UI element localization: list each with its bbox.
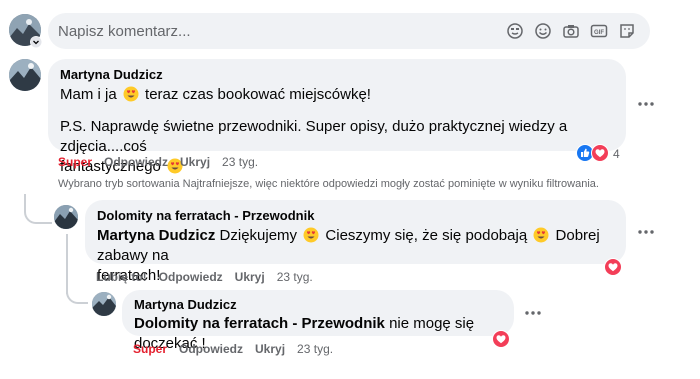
reply-actions: Super Odpowiedz Ukryj 23 tyg. [133, 342, 333, 356]
page-avatar[interactable] [54, 205, 78, 229]
reply-text: Dziękujemy [219, 227, 298, 244]
love-reaction-icon[interactable] [492, 330, 510, 348]
love-reaction-icon[interactable] [591, 144, 609, 162]
hide-button[interactable]: Ukryj [180, 155, 210, 169]
hide-button[interactable]: Ukryj [255, 342, 285, 356]
reply-text: Cieszymy się, że się podobają [325, 227, 528, 244]
timestamp[interactable]: 23 tyg. [297, 342, 333, 356]
emoji-icon[interactable] [534, 22, 552, 40]
sticker-icon[interactable] [618, 22, 636, 40]
react-button[interactable]: Super [58, 155, 92, 169]
comment-text: Mam i ja [60, 86, 117, 103]
sort-notice: Wybrano tryb sortowania Najtrafniejsze, … [58, 178, 599, 190]
comment-text: teraz czas bookować miejscówkę! [145, 86, 371, 103]
commenter-avatar[interactable] [9, 59, 41, 91]
timestamp[interactable]: 23 tyg. [277, 270, 313, 284]
more-options-icon[interactable] [636, 228, 656, 236]
reply-actions: Lubię to! Odpowiedz Ukryj 23 tyg. [96, 270, 313, 284]
comment-composer[interactable]: GIF [48, 13, 650, 49]
comment-author[interactable]: Martyna Dudzicz [60, 67, 614, 83]
thread-line [24, 194, 52, 224]
like-button[interactable]: Lubię to! [96, 270, 147, 284]
heart-eyes-emoji-icon [123, 86, 139, 102]
reply-author[interactable]: Dolomity na ferratach - Przewodnik [97, 208, 614, 224]
heart-eyes-emoji-icon [533, 227, 549, 243]
timestamp[interactable]: 23 tyg. [222, 155, 258, 169]
mention-link[interactable]: Dolomity na ferratach - Przewodnik [134, 315, 385, 332]
reaction-count[interactable]: 4 [613, 147, 620, 161]
camera-icon[interactable] [562, 22, 580, 40]
react-button[interactable]: Super [133, 342, 167, 356]
more-options-icon[interactable] [523, 309, 543, 317]
love-reaction-icon[interactable] [604, 258, 622, 276]
comment-text: P.S. Naprawdę świetne przewodniki. Super… [60, 118, 568, 155]
thread-line [66, 234, 68, 294]
comment-bubble: Martyna Dudzicz Mam i ja teraz czas book… [48, 59, 626, 175]
heart-eyes-emoji-icon [303, 227, 319, 243]
mention-link[interactable]: Martyna Dudzicz [97, 227, 215, 244]
gif-icon[interactable]: GIF [590, 22, 608, 40]
comment-input[interactable] [58, 19, 478, 43]
composer-icons: GIF [506, 22, 636, 40]
thread-line [66, 290, 88, 304]
commenter-avatar[interactable] [92, 292, 116, 316]
reply-bubble: Martyna Dudzicz Dolomity na ferratach - … [122, 290, 514, 352]
more-options-icon[interactable] [636, 100, 656, 108]
svg-text:GIF: GIF [594, 30, 604, 36]
reply-button[interactable]: Odpowiedz [104, 155, 168, 169]
reply-button[interactable]: Odpowiedz [159, 270, 223, 284]
hide-button[interactable]: Ukryj [235, 270, 265, 284]
account-switch-icon[interactable] [30, 36, 42, 48]
reply-author[interactable]: Martyna Dudzicz [134, 297, 502, 313]
reply-button[interactable]: Odpowiedz [179, 342, 243, 356]
reply-bubble: Dolomity na ferratach - Przewodnik Marty… [85, 200, 626, 284]
comment-actions: Super Odpowiedz Ukryj 23 tyg. [58, 155, 258, 169]
sticker-face-icon[interactable] [506, 22, 524, 40]
